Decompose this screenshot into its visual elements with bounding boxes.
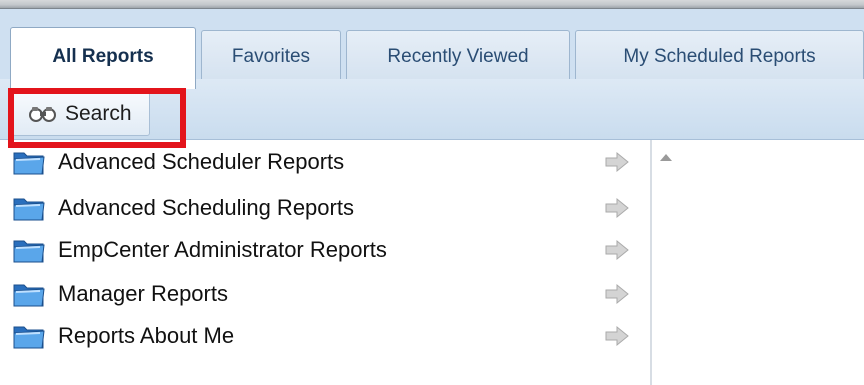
list-item-advanced-scheduler-reports[interactable]: Advanced Scheduler Reports <box>0 142 650 182</box>
arrow-right-icon[interactable] <box>604 283 630 305</box>
list-item-reports-about-me[interactable]: Reports About Me <box>0 316 650 356</box>
arrow-right-icon[interactable] <box>604 197 630 219</box>
list-item-label: Manager Reports <box>58 281 228 306</box>
list-item-label: Advanced Scheduler Reports <box>58 149 345 174</box>
arrow-right-icon[interactable] <box>604 151 630 173</box>
report-tabs: All Reports Favorites Recently Viewed My… <box>0 9 864 89</box>
list-item-label: Reports About Me <box>58 323 235 348</box>
arrow-right-icon[interactable] <box>604 239 630 261</box>
folder-icon <box>13 326 45 349</box>
tab-my-scheduled-reports[interactable]: My Scheduled Reports <box>575 30 864 86</box>
folder-icon <box>13 240 45 263</box>
tab-favorites[interactable]: Favorites <box>201 30 341 86</box>
folder-icon <box>13 198 45 221</box>
tab-all-reports[interactable]: All Reports <box>10 27 196 89</box>
folder-icon <box>13 284 45 307</box>
window-top-border <box>0 0 864 9</box>
tab-recently-viewed[interactable]: Recently Viewed <box>346 30 570 86</box>
list-item-empcenter-administrator-reports[interactable]: EmpCenter Administrator Reports <box>0 230 650 270</box>
pane-splitter[interactable] <box>650 140 652 385</box>
list-item-manager-reports[interactable]: Manager Reports <box>0 274 650 314</box>
report-detail-pane <box>686 140 864 385</box>
highlight-box <box>8 88 186 148</box>
arrow-right-icon[interactable] <box>604 325 630 347</box>
list-item-label: EmpCenter Administrator Reports <box>58 237 387 262</box>
report-folder-list: Advanced Scheduler Reports Advanced Sche… <box>0 140 650 385</box>
list-item-advanced-scheduling-reports[interactable]: Advanced Scheduling Reports <box>0 188 650 228</box>
folder-icon <box>13 152 45 175</box>
scroll-up-icon[interactable] <box>656 150 676 166</box>
list-item-label: Advanced Scheduling Reports <box>58 195 354 220</box>
